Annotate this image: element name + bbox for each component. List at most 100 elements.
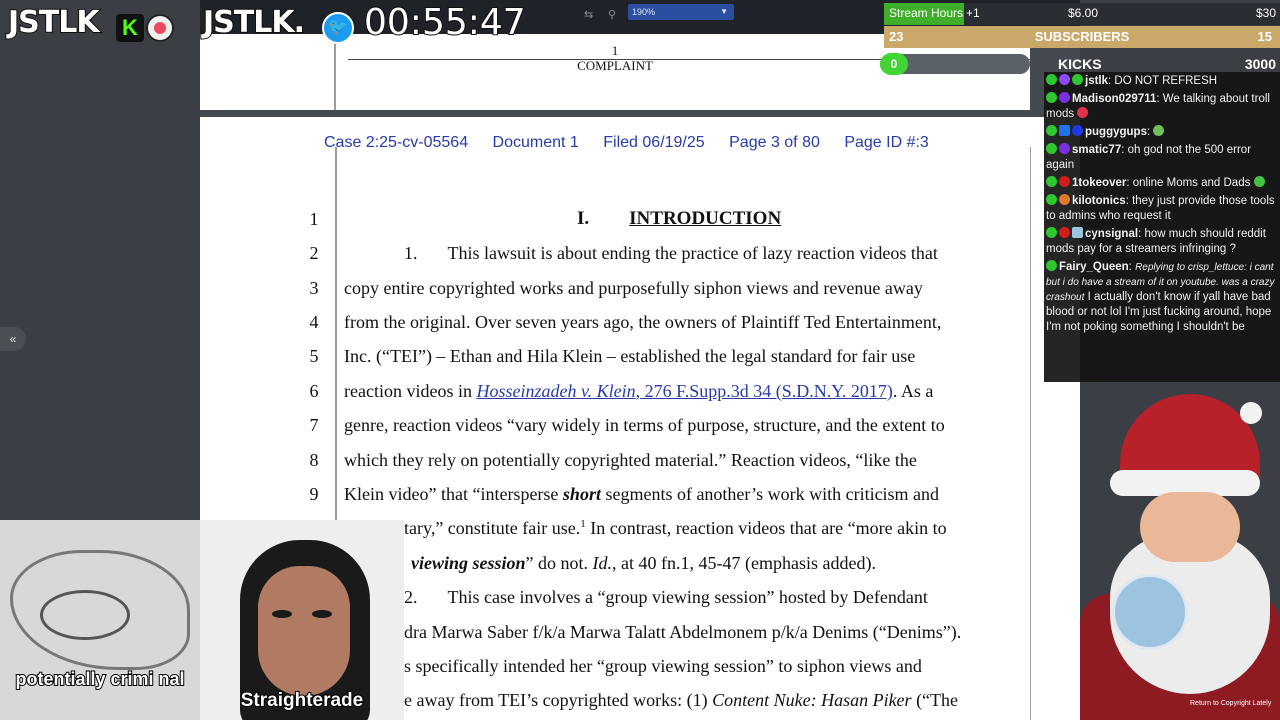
moderator-icon: [1046, 260, 1057, 271]
line-number: 2: [309, 243, 319, 263]
vtuber-cam: Straighterade: [200, 520, 404, 720]
paragraph-number: 2.: [404, 587, 418, 607]
line-text: , at 40 fn.1, 45-47 (emphasis added).: [612, 553, 876, 573]
goal-label: SUBSCRIBERS: [1034, 29, 1130, 44]
badge-icon: [1059, 125, 1070, 136]
body-line: 2. This case involves a “group viewing se…: [404, 587, 928, 608]
moderator-icon: [1046, 194, 1057, 205]
santa-face: [1140, 492, 1240, 562]
citation-reporter: , 276 F.Supp.3d 34 (S.D.N.Y. 2017): [635, 381, 893, 401]
twitter-icon: 🐦: [322, 12, 354, 44]
ecf-header: Case 2:25-cv-05564 Document 1 Filed 06/1…: [324, 134, 949, 152]
line-text: e away from TEI’s copyrighted works: (1): [404, 690, 713, 710]
line-number: 6: [309, 381, 319, 401]
goal-label: KICKS: [1058, 56, 1102, 72]
goal-mid-value: $6.00: [1068, 6, 1099, 20]
line-number: 4: [309, 312, 319, 332]
body-line: dra Marwa Saber f/k/a Marwa Talatt Abdel…: [404, 622, 962, 642]
emote-icon: [1077, 107, 1089, 118]
goal-label: Stream Hours: [889, 6, 964, 20]
document-number: Document 1: [492, 134, 579, 151]
chat-message: 1tokeover: online Moms and Dads: [1046, 176, 1278, 191]
body-line: viewing session” do not. Id., at 40 fn.1…: [411, 553, 876, 574]
goal-target: 15: [1257, 29, 1272, 44]
zoom-select[interactable]: 190% ▼: [628, 4, 734, 20]
emphasis-text: Content Nuke: Hasan Piker: [712, 690, 912, 710]
chat-message: jstlk: DO NOT REFRESH: [1046, 74, 1278, 89]
chat-text: DO NOT REFRESH: [1114, 75, 1218, 87]
santa-footer-text: Return to Copyright Lately: [1190, 700, 1272, 707]
line-text: . As a: [892, 381, 934, 401]
zoom-value: 190%: [632, 7, 656, 17]
badge-icon: [1072, 227, 1083, 238]
badge-icon: [1072, 74, 1083, 85]
goal-end-value: $30: [1255, 6, 1276, 20]
meme-sketch-detail: [40, 590, 130, 640]
line-text: (“The: [911, 690, 959, 710]
line-number: 9: [309, 484, 319, 504]
body-line: Klein video” that “intersperse short seg…: [344, 484, 939, 505]
chat-username[interactable]: puggygups: [1085, 126, 1147, 138]
chat-username[interactable]: 1tokeover: [1072, 177, 1126, 189]
chat-username[interactable]: Fairy_Queen: [1059, 261, 1129, 273]
body-line: reaction videos in Hosseinzadeh v. Klein…: [344, 381, 933, 402]
emphasis-text: short: [562, 484, 601, 504]
badge-icon: [1059, 74, 1070, 85]
zoom-icon[interactable]: ⚲: [608, 8, 616, 21]
santa-hat-pom: [1240, 402, 1262, 424]
line-number: 7: [309, 415, 319, 435]
badge-icon: [1072, 125, 1083, 136]
body-line: s specifically intended her “group viewi…: [404, 656, 922, 676]
chat-message: cynsignal: how much should reddit mods p…: [1046, 227, 1266, 255]
chat-username[interactable]: kilotonics: [1072, 195, 1126, 207]
paragraph-number: 1.: [404, 243, 418, 263]
chat-text: online Moms and Dads: [1132, 177, 1251, 189]
section-heading: I. INTRODUCTION: [577, 208, 781, 230]
record-icon: [146, 14, 174, 42]
subscribers-goal: SUBSCRIBERS 23 15: [884, 26, 1280, 48]
section-number: I.: [577, 208, 590, 229]
id-citation: Id.: [592, 553, 613, 573]
badge-icon: [1059, 227, 1070, 238]
body-line: genre, reaction videos “vary widely in t…: [344, 415, 945, 435]
badge-icon: [1059, 143, 1070, 154]
body-line: e away from TEI’s copyrighted works: (1)…: [404, 690, 958, 711]
badge-icon: [1059, 176, 1070, 187]
body-line: ntary,” constitute fair use.1 In contras…: [395, 518, 947, 539]
line-text: Klein video” that “intersperse: [344, 484, 563, 504]
chat-username[interactable]: jstlk: [1085, 75, 1108, 87]
emote-icon: [1153, 125, 1165, 136]
badge-icon: [1059, 92, 1070, 103]
vtuber-eye: [272, 610, 292, 618]
sidebar-toggle-button[interactable]: «: [0, 327, 26, 351]
line-text: ntary,” constitute fair use.: [395, 518, 581, 538]
kick-logo-icon: K: [116, 14, 144, 42]
moderator-icon: [1046, 74, 1057, 85]
vtuber-face: [258, 566, 350, 696]
case-number: Case 2:25-cv-05564: [324, 134, 469, 151]
page-id: Page ID #:3: [844, 134, 929, 151]
fit-page-icon[interactable]: ⇆: [584, 8, 593, 21]
emote-icon: [1253, 176, 1265, 187]
moderator-icon: [1046, 176, 1057, 187]
line-text: segments of another’s work with criticis…: [600, 484, 940, 504]
chat-username[interactable]: smatic77: [1072, 144, 1121, 156]
chat-username[interactable]: cynsignal: [1085, 228, 1138, 240]
case-citation-link[interactable]: Hosseinzadeh v. Klein, 276 F.Supp.3d 34 …: [476, 381, 892, 401]
line-number: 8: [309, 450, 319, 470]
body-line: copy entire copyrighted works and purpos…: [344, 278, 923, 298]
santa-avatar: Return to Copyright Lately: [1080, 384, 1280, 720]
chevron-down-icon: ▼: [720, 7, 728, 16]
goal-target: 3000: [1244, 56, 1276, 72]
chat-username[interactable]: Madison029711: [1072, 93, 1156, 105]
line-text: reaction videos in: [344, 381, 477, 401]
channel-logo: JSTLK: [7, 4, 101, 41]
channel-handle: JSTLK.: [202, 4, 306, 41]
line-text: In contrast, reaction videos that are “m…: [585, 518, 947, 538]
moderator-icon: [1046, 92, 1057, 103]
chat-panel: jstlk: DO NOT REFRESH Madison029711: We …: [1044, 72, 1280, 382]
chat-message: puggygups:: [1046, 125, 1278, 140]
meme-caption: potentially crimi nal: [14, 669, 185, 689]
emphasis-text: viewing session: [411, 553, 526, 573]
page-count: Page 3 of 80: [729, 134, 820, 151]
